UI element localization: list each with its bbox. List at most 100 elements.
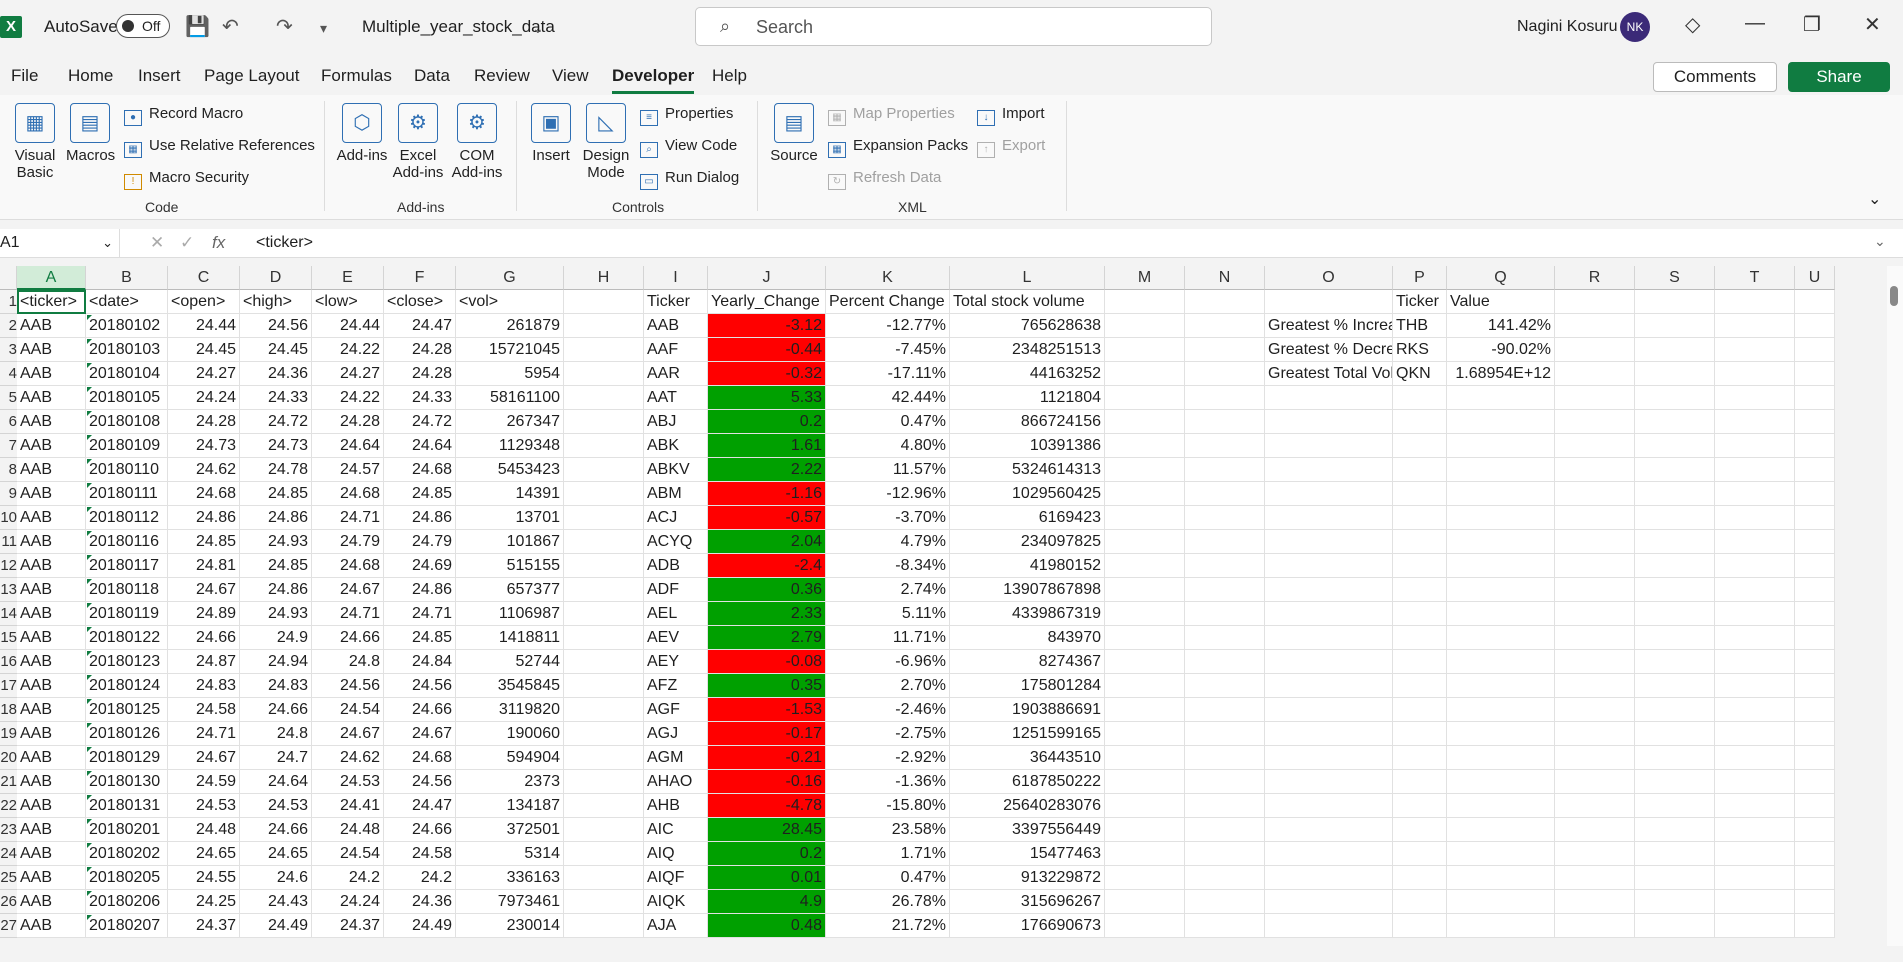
grid-cell[interactable] (1105, 290, 1185, 314)
grid-cell[interactable]: 41980152 (950, 554, 1105, 578)
grid-cell[interactable]: 24.83 (240, 674, 312, 698)
comments-button[interactable]: Comments (1653, 62, 1777, 92)
grid-cell[interactable]: 20180111 (86, 482, 168, 506)
grid-cell[interactable]: 24.85 (168, 530, 240, 554)
column-header-t[interactable]: T (1715, 266, 1795, 290)
grid-cell[interactable] (1393, 914, 1447, 938)
grid-cell[interactable]: Total stock volume (950, 290, 1105, 314)
grid-cell[interactable] (1393, 482, 1447, 506)
grid-cell[interactable]: 15721045 (456, 338, 564, 362)
grid-cell[interactable]: 24.33 (240, 386, 312, 410)
tab-formulas[interactable]: Formulas (321, 66, 392, 86)
grid-cell[interactable]: ACJ (644, 506, 708, 530)
grid-cell[interactable] (564, 482, 644, 506)
tab-view[interactable]: View (552, 66, 589, 86)
tab-insert[interactable]: Insert (138, 66, 181, 86)
grid-cell[interactable] (1555, 770, 1635, 794)
row-header[interactable]: 14 (0, 602, 17, 626)
grid-cell[interactable] (1185, 458, 1265, 482)
grid-cell[interactable]: AAF (644, 338, 708, 362)
grid-cell[interactable]: 0.48 (708, 914, 826, 938)
grid-cell[interactable]: AAB (17, 458, 86, 482)
grid-cell[interactable] (1635, 506, 1715, 530)
grid-cell[interactable] (1795, 818, 1835, 842)
row-header[interactable]: 7 (0, 434, 17, 458)
grid-cell[interactable]: -0.44 (708, 338, 826, 362)
grid-cell[interactable]: 20180110 (86, 458, 168, 482)
autosave-toggle[interactable]: Off (116, 14, 170, 38)
expand-formula-icon[interactable]: ⌄ (1874, 233, 1886, 250)
grid-cell[interactable]: 24.64 (240, 770, 312, 794)
grid-cell[interactable]: 24.67 (168, 746, 240, 770)
grid-cell[interactable]: 1.71% (826, 842, 950, 866)
grid-cell[interactable] (1447, 866, 1555, 890)
grid-cell[interactable] (1393, 722, 1447, 746)
grid-cell[interactable]: 4.80% (826, 434, 950, 458)
grid-cell[interactable] (564, 698, 644, 722)
grid-cell[interactable] (1393, 626, 1447, 650)
grid-cell[interactable]: 0.47% (826, 410, 950, 434)
column-header-m[interactable]: M (1105, 266, 1185, 290)
grid-cell[interactable]: 0.01 (708, 866, 826, 890)
grid-cell[interactable] (1635, 386, 1715, 410)
grid-cell[interactable]: 14391 (456, 482, 564, 506)
grid-cell[interactable]: 515155 (456, 554, 564, 578)
grid-cell[interactable]: 4.9 (708, 890, 826, 914)
grid-cell[interactable] (1715, 530, 1795, 554)
grid-cell[interactable]: 24.8 (240, 722, 312, 746)
grid-cell[interactable] (1105, 530, 1185, 554)
grid-cell[interactable] (1715, 386, 1795, 410)
grid-cell[interactable] (1447, 698, 1555, 722)
grid-cell[interactable]: Greatest % Increase (1265, 314, 1393, 338)
grid-cell[interactable] (564, 842, 644, 866)
grid-cell[interactable]: 24.55 (168, 866, 240, 890)
row-header[interactable]: 11 (0, 530, 17, 554)
grid-cell[interactable]: AEY (644, 650, 708, 674)
grid-cell[interactable]: 24.45 (240, 338, 312, 362)
grid-cell[interactable]: AAB (17, 506, 86, 530)
row-header[interactable]: 10 (0, 506, 17, 530)
grid-cell[interactable] (1555, 554, 1635, 578)
grid-cell[interactable]: 2.04 (708, 530, 826, 554)
grid-cell[interactable] (1105, 914, 1185, 938)
grid-cell[interactable]: AAB (17, 602, 86, 626)
grid-cell[interactable] (1265, 386, 1393, 410)
grid-cell[interactable]: AGM (644, 746, 708, 770)
grid-cell[interactable] (564, 818, 644, 842)
grid-cell[interactable]: AEL (644, 602, 708, 626)
grid-cell[interactable] (564, 914, 644, 938)
grid-cell[interactable] (564, 530, 644, 554)
grid-cell[interactable]: 24.86 (240, 506, 312, 530)
grid-cell[interactable] (1715, 602, 1795, 626)
grid-cell[interactable]: 24.54 (312, 698, 384, 722)
grid-cell[interactable]: 20180124 (86, 674, 168, 698)
grid-cell[interactable]: AIQK (644, 890, 708, 914)
grid-cell[interactable] (1715, 818, 1795, 842)
grid-cell[interactable] (1185, 794, 1265, 818)
column-header-q[interactable]: Q (1447, 266, 1555, 290)
minimize-icon[interactable]: — (1745, 12, 1765, 35)
grid-cell[interactable]: 24.89 (168, 602, 240, 626)
grid-cell[interactable]: 24.66 (384, 698, 456, 722)
grid-cell[interactable] (1555, 482, 1635, 506)
grid-cell[interactable] (1715, 626, 1795, 650)
grid-cell[interactable] (1185, 434, 1265, 458)
grid-cell[interactable] (1185, 698, 1265, 722)
record-macro-button[interactable]: ● Record Macro (124, 105, 243, 126)
grid-cell[interactable] (1447, 506, 1555, 530)
grid-cell[interactable]: ADF (644, 578, 708, 602)
grid-cell[interactable] (1105, 482, 1185, 506)
grid-cell[interactable] (1447, 482, 1555, 506)
grid-cell[interactable]: AIQ (644, 842, 708, 866)
grid-cell[interactable] (564, 890, 644, 914)
grid-cell[interactable]: 1129348 (456, 434, 564, 458)
row-header[interactable]: 22 (0, 794, 17, 818)
grid-cell[interactable] (1447, 554, 1555, 578)
grid-cell[interactable]: ABJ (644, 410, 708, 434)
row-header[interactable]: 24 (0, 842, 17, 866)
grid-cell[interactable]: AHB (644, 794, 708, 818)
grid-cell[interactable] (1555, 290, 1635, 314)
grid-cell[interactable] (1393, 746, 1447, 770)
grid-cell[interactable]: 24.81 (168, 554, 240, 578)
grid-cell[interactable] (1185, 386, 1265, 410)
